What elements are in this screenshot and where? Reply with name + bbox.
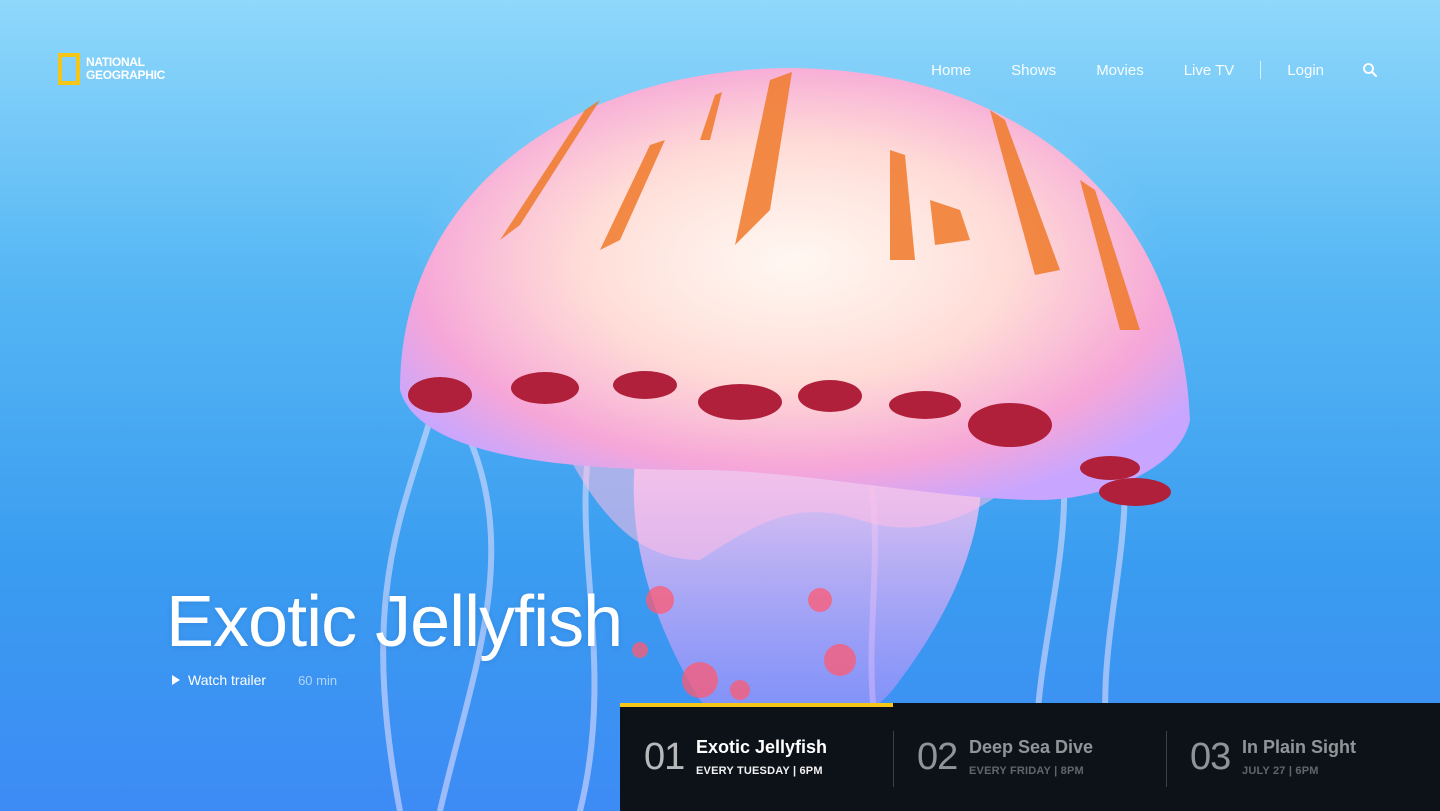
episode-number: 02 [917, 735, 958, 778]
login-link[interactable]: Login [1287, 62, 1324, 79]
nav-home[interactable]: Home [931, 62, 971, 79]
nav-movies[interactable]: Movies [1096, 62, 1144, 79]
jellyfish-hero-image [380, 60, 1190, 811]
episode-schedule: JULY 27 | 6PM [1242, 765, 1319, 777]
episode-title: In Plain Sight [1242, 737, 1357, 757]
episode-number: 01 [644, 735, 685, 778]
search-icon[interactable] [1362, 62, 1378, 78]
main-nav: Home Shows Movies Live TV Login [931, 60, 1378, 80]
hero-meta: Watch trailer 60 min [172, 672, 337, 688]
episode-item-1[interactable]: 01 Exotic Jellyfish EVERY TUESDAY | 6PM [620, 703, 893, 811]
watch-trailer-label: Watch trailer [188, 672, 267, 688]
episode-schedule: EVERY FRIDAY | 8PM [969, 765, 1084, 777]
episode-number: 03 [1190, 735, 1231, 778]
nav-live-tv[interactable]: Live TV [1184, 62, 1235, 79]
nav-shows[interactable]: Shows [1011, 62, 1056, 79]
episode-item-3[interactable]: 03 In Plain Sight JULY 27 | 6PM [1166, 703, 1439, 811]
episode-schedule: EVERY TUESDAY | 6PM [696, 765, 823, 777]
duration-label: 60 min [298, 672, 338, 688]
logo-line-2: GEOGRAPHIC [86, 68, 166, 82]
episode-title: Exotic Jellyfish [696, 737, 828, 757]
logo-frame-icon [58, 53, 80, 85]
nav-divider [1260, 61, 1262, 79]
episode-strip: 01 Exotic Jellyfish EVERY TUESDAY | 6PM … [620, 703, 1440, 811]
play-icon [172, 675, 180, 685]
hero-title: Exotic Jellyfish [166, 582, 623, 662]
watch-trailer-button[interactable]: Watch trailer [172, 672, 266, 688]
episode-item-2[interactable]: 02 Deep Sea Dive EVERY FRIDAY | 8PM [893, 703, 1166, 811]
national-geographic-logo[interactable]: NATIONAL GEOGRAPHIC [58, 53, 165, 85]
logo-wordmark: NATIONAL GEOGRAPHIC [86, 56, 165, 82]
episode-title: Deep Sea Dive [969, 737, 1094, 757]
